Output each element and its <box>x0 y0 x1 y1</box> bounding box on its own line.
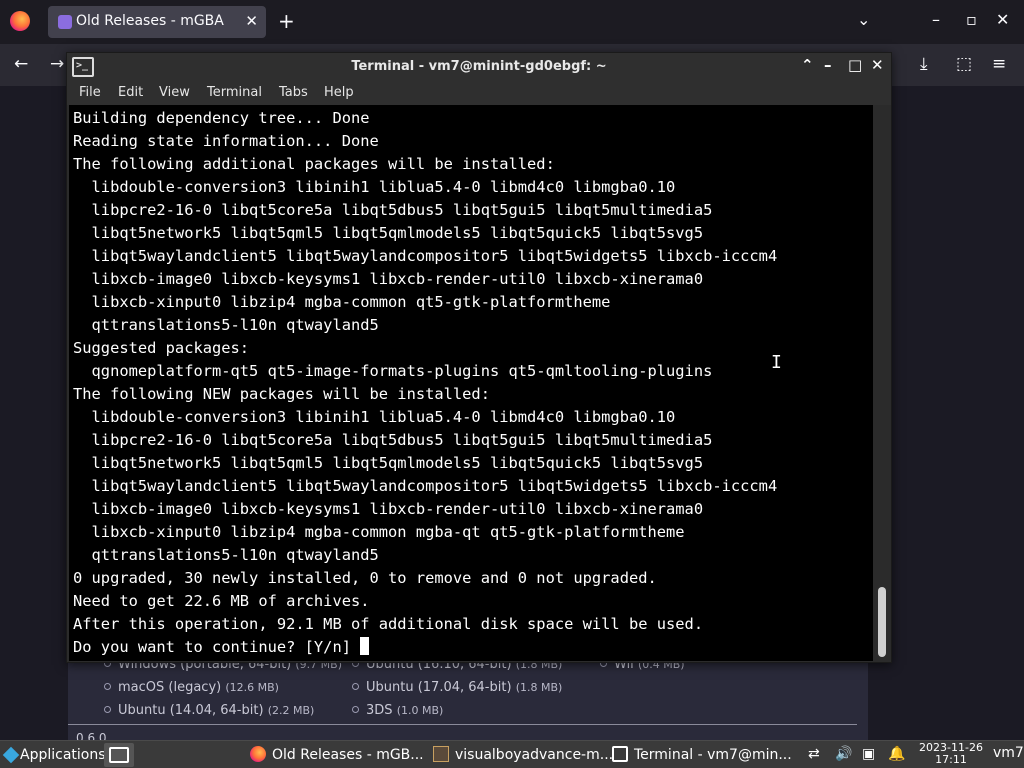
terminal-line: libpcre2-16-0 libqt5core5a libqt5dbus5 l… <box>73 431 713 449</box>
taskbar-task-terminal[interactable]: Terminal - vm7@min... <box>612 743 792 767</box>
terminal-line: 0 upgraded, 30 newly installed, 0 to rem… <box>73 569 657 587</box>
ibeam-cursor-icon: I <box>771 352 782 373</box>
browser-maximize-button[interactable]: ▫ <box>966 10 977 29</box>
bullet-icon <box>352 706 359 713</box>
new-tab-button[interactable]: + <box>278 9 295 33</box>
terminal-line: libdouble-conversion3 libinih1 liblua5.4… <box>73 178 676 196</box>
terminal-line: libqt5waylandclient5 libqt5waylandcompos… <box>73 247 778 265</box>
download-link[interactable]: macOS (legacy) (12.6 MB) <box>104 680 279 695</box>
browser-tab[interactable]: Old Releases - mGBA ✕ <box>48 6 266 38</box>
show-terminal-launcher[interactable] <box>104 743 134 767</box>
prompt-text: Do you want to continue? [Y/n] <box>73 638 361 656</box>
browser-tabstrip: Old Releases - mGBA ✕ + ⌄ – ▫ ✕ <box>0 0 1024 44</box>
terminal-line: libxcb-image0 libxcb-keysyms1 libxcb-ren… <box>73 270 704 288</box>
user-menu[interactable]: vm7 <box>993 745 1024 761</box>
shade-button[interactable]: ⌃ <box>801 56 814 74</box>
terminal-scrollbar[interactable] <box>873 105 891 661</box>
applications-menu-button[interactable]: Applications <box>0 743 106 767</box>
terminal-window[interactable]: >_ Terminal - vm7@minint-gd0ebgf: ~ ⌃ – … <box>66 52 892 663</box>
terminal-maximize-button[interactable]: □ <box>848 56 862 74</box>
terminal-menubar: File Edit View Terminal Tabs Help <box>67 81 891 105</box>
text-cursor <box>360 637 370 655</box>
terminal-line: libpcre2-16-0 libqt5core5a libqt5dbus5 l… <box>73 201 713 219</box>
extensions-icon[interactable]: ⬚ <box>956 54 972 74</box>
menu-tabs[interactable]: Tabs <box>279 85 308 100</box>
terminal-line: The following NEW packages will be insta… <box>73 385 490 403</box>
terminal-title: Terminal - vm7@minint-gd0ebgf: ~ <box>351 59 607 74</box>
terminal-line: Building dependency tree... Done <box>73 109 370 127</box>
terminal-line: Need to get 22.6 MB of archives. <box>73 592 370 610</box>
menu-help[interactable]: Help <box>324 85 354 100</box>
terminal-line: libqt5waylandclient5 libqt5waylandcompos… <box>73 477 778 495</box>
terminal-line: libqt5network5 libqt5qml5 libqt5qmlmodel… <box>73 224 704 242</box>
download-link[interactable]: Ubuntu (14.04, 64-bit) (2.2 MB) <box>104 703 314 718</box>
clock-time: 17:11 <box>935 753 967 766</box>
scrollbar-thumb[interactable] <box>878 587 886 657</box>
terminal-line: qttranslations5-l10n qtwayland5 <box>73 316 379 334</box>
taskbar-task-firefox[interactable]: Old Releases - mGB... <box>250 743 424 767</box>
applications-icon <box>2 746 20 764</box>
forward-icon[interactable]: → <box>50 54 64 74</box>
volume-icon[interactable]: 🔊 <box>835 746 852 762</box>
download-link[interactable]: Ubuntu (17.04, 64-bit) (1.8 MB) <box>352 680 562 695</box>
network-icon[interactable]: ⇄ <box>808 746 820 762</box>
terminal-line: qttranslations5-l10n qtwayland5 <box>73 546 379 564</box>
menu-terminal[interactable]: Terminal <box>207 85 262 100</box>
terminal-line: libxcb-xinput0 libzip4 mgba-common qt5-g… <box>73 293 611 311</box>
terminal-titlebar[interactable]: >_ Terminal - vm7@minint-gd0ebgf: ~ ⌃ – … <box>67 53 891 81</box>
tab-close-icon[interactable]: ✕ <box>245 12 258 30</box>
terminal-launcher-icon <box>109 747 129 763</box>
notification-bell-icon[interactable]: 🔔 <box>888 746 905 762</box>
task-label: Old Releases - mGB... <box>272 747 424 763</box>
terminal-line: The following additional packages will b… <box>73 155 555 173</box>
menu-view[interactable]: View <box>159 85 190 100</box>
menu-icon[interactable]: ≡ <box>992 54 1006 74</box>
download-link[interactable]: 3DS (1.0 MB) <box>352 703 443 718</box>
browser-minimize-button[interactable]: – <box>932 10 940 29</box>
downloads-icon[interactable]: ⤓ <box>920 54 928 74</box>
vbam-icon <box>433 746 449 762</box>
taskbar-task-vbam[interactable]: visualboyadvance-m... <box>433 743 613 767</box>
terminal-line: Suggested packages: <box>73 339 250 357</box>
menu-file[interactable]: File <box>79 85 101 100</box>
divider <box>68 724 857 725</box>
terminal-output[interactable]: Building dependency tree... Done Reading… <box>69 105 873 661</box>
terminal-line: qgnomeplatform-qt5 qt5-image-formats-plu… <box>73 362 713 380</box>
terminal-line: libdouble-conversion3 libinih1 liblua5.4… <box>73 408 676 426</box>
taskbar: Applications Old Releases - mGB... visua… <box>0 740 1024 768</box>
clock[interactable]: 2023-11-26 17:11 <box>916 742 986 766</box>
firefox-icon[interactable] <box>10 11 30 31</box>
terminal-line: libqt5network5 libqt5qml5 libqt5qmlmodel… <box>73 454 704 472</box>
applications-label: Applications <box>20 747 106 763</box>
task-label: visualboyadvance-m... <box>455 747 614 763</box>
browser-close-button[interactable]: ✕ <box>996 10 1009 29</box>
bullet-icon <box>352 683 359 690</box>
menu-edit[interactable]: Edit <box>118 85 143 100</box>
firefox-icon <box>250 746 266 762</box>
terminal-line: Reading state information... Done <box>73 132 379 150</box>
terminal-line: libxcb-image0 libxcb-keysyms1 libxcb-ren… <box>73 500 704 518</box>
back-icon[interactable]: ← <box>14 54 28 74</box>
clipboard-icon[interactable]: ▣ <box>862 746 875 762</box>
terminal-close-button[interactable]: ✕ <box>871 56 884 74</box>
terminal-prompt-line[interactable]: Do you want to continue? [Y/n] <box>73 636 370 659</box>
terminal-line: libxcb-xinput0 libzip4 mgba-common mgba-… <box>73 523 685 541</box>
list-all-tabs-icon[interactable]: ⌄ <box>857 10 870 29</box>
terminal-line: After this operation, 92.1 MB of additio… <box>73 615 704 633</box>
terminal-minimize-button[interactable]: – <box>824 56 832 74</box>
task-label: Terminal - vm7@min... <box>634 747 792 763</box>
terminal-icon <box>612 746 628 762</box>
bullet-icon <box>104 683 111 690</box>
bullet-icon <box>104 706 111 713</box>
mgba-favicon-icon <box>58 15 72 29</box>
browser-tab-title: Old Releases - mGBA <box>76 13 224 29</box>
